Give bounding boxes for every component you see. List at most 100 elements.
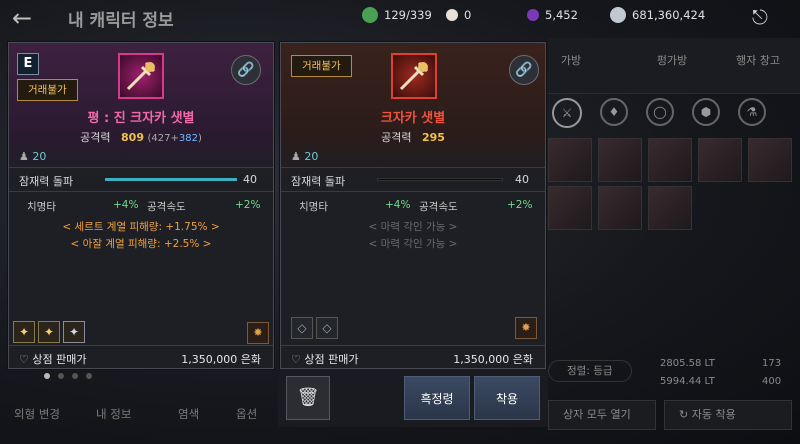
item-name: 크자카 샛별 [380, 111, 446, 126]
silver-count: 681,360,424 [632, 8, 706, 22]
inventory-slot[interactable] [598, 186, 642, 230]
page-indicator [44, 373, 92, 379]
set-bonus-2: < 아잘 계열 피해량: +2.5% > [70, 238, 212, 250]
inventory-slot[interactable] [648, 186, 692, 230]
engrave-slot-2: < 마력 각인 가능 > [368, 238, 458, 250]
crystal-socket-icon[interactable]: ✦ [63, 321, 85, 343]
crystal-socket-icon[interactable]: ✦ [13, 321, 35, 343]
open-all-boxes-button[interactable]: 상자 모두 열기 [548, 400, 656, 430]
sort-label: 정렬: 등급 [567, 365, 613, 377]
resource-silver: 681,360,424 [610, 5, 705, 25]
potential-bar [105, 178, 237, 181]
empty-socket-icon[interactable]: ◇ [316, 317, 338, 339]
page-dot[interactable] [86, 373, 92, 379]
silver-icon [610, 7, 626, 23]
sell-value: 1,350,000 은화 [181, 353, 261, 366]
auto-equip-button[interactable]: ↻ 자동 착용 [664, 400, 792, 430]
inventory-slot[interactable] [548, 138, 592, 182]
sort-dropdown[interactable]: 정렬: 등급 [548, 360, 632, 382]
tab-other[interactable]: 행자 창고 [716, 46, 800, 76]
inventory-slot[interactable] [748, 138, 792, 182]
divider [9, 345, 273, 346]
exit-icon[interactable]: ⎋ [752, 5, 778, 29]
attack-bonus: 382 [178, 133, 198, 144]
link-icon[interactable]: 🔗 [231, 55, 261, 85]
money-bag-icon: ♡ [291, 353, 301, 366]
crit-label: 치명타 [299, 201, 328, 213]
slots-used: 173 [762, 358, 782, 369]
engrave-icon[interactable]: ✸ [515, 317, 537, 339]
inventory-slot[interactable] [548, 186, 592, 230]
back-arrow-icon[interactable]: ← [12, 4, 32, 32]
engrave-icon[interactable]: ✸ [247, 322, 269, 344]
potential-label: 잠재력 돌파 [291, 175, 346, 188]
pearl-icon [446, 9, 458, 21]
inventory-count: 129/339 [384, 8, 432, 22]
page-dot[interactable] [72, 373, 78, 379]
equip-button[interactable]: 착용 [474, 376, 540, 420]
aspd-label: 공격속도 [147, 201, 186, 213]
trash-icon: 🗑 [296, 387, 320, 408]
sell-row: ♡ 상점 판매가 [19, 351, 86, 367]
potential-value: 40 [515, 173, 529, 186]
potion-filter-icon[interactable]: ⚗ [738, 98, 766, 126]
open-all-label: 상자 모두 열기 [563, 408, 631, 421]
tab-warehouse[interactable]: 펑가방 [632, 46, 712, 76]
attack-value: 295 [421, 131, 445, 144]
socket-row: ◇ ◇ [291, 317, 338, 339]
divider [281, 191, 545, 192]
tab-dye[interactable]: 염색 [178, 400, 199, 428]
sell-label: 상점 판매가 [304, 353, 359, 366]
delete-button[interactable]: 🗑 [286, 376, 330, 420]
empty-socket-icon[interactable]: ◇ [291, 317, 313, 339]
black-spirit-button[interactable]: 흑정령 [404, 376, 470, 420]
link-icon[interactable]: 🔗 [509, 55, 539, 85]
potential-label: 잠재력 돌파 [19, 175, 74, 188]
inventory-slot[interactable] [598, 138, 642, 182]
item-name: 평 : 진 크자카 샛별 [87, 111, 195, 126]
attack-value: 809 [121, 131, 144, 144]
tab-bag[interactable]: 가방 [548, 46, 594, 76]
level-row: ♟ 20 [19, 150, 46, 163]
tab-options[interactable]: 옵션 [236, 400, 257, 428]
aspd-value: +2% [235, 199, 261, 211]
crit-value: +4% [385, 199, 411, 211]
sell-label: 상점 판매가 [32, 353, 87, 366]
tab-my-info[interactable]: 내 정보 [96, 400, 131, 428]
aspd-value: +2% [507, 199, 533, 211]
level-value: 20 [304, 150, 319, 163]
gem-filter-icon[interactable]: ⬢ [692, 98, 720, 126]
person-icon: ♟ [19, 150, 29, 163]
resource-inventory: 129/339 [362, 5, 432, 25]
inventory-grid [548, 138, 800, 230]
crit-label: 치명타 [27, 201, 56, 213]
inventory-tabs: 가방 펑가방 행자 창고 [548, 38, 800, 94]
item-card-equipped: E 거래불가 🔗 평 : 진 크자카 샛별 공격력 809 (427+382) … [8, 42, 274, 369]
bag-icon [362, 7, 378, 23]
page-dot[interactable] [44, 373, 50, 379]
inventory-slot[interactable] [648, 138, 692, 182]
resource-pearl: 0 [446, 5, 471, 25]
armor-filter-icon[interactable]: ♦ [600, 98, 628, 126]
crit-value: +4% [113, 199, 139, 211]
ring-filter-icon[interactable]: ◯ [646, 98, 674, 126]
top-bar: ← 내 캐릭터 정보 129/339 0 5,452 681,360,424 ⎋ [0, 0, 800, 36]
tab-appearance[interactable]: 외형 변경 [14, 400, 60, 428]
weapon-icon [118, 53, 164, 99]
socket-row: ✦ ✦ ✦ [13, 321, 85, 343]
potential-value: 40 [243, 173, 257, 186]
attack-label: 공격력 [381, 131, 412, 144]
crystal-socket-icon[interactable]: ✦ [38, 321, 60, 343]
attack-detail-close: ) [197, 133, 202, 144]
card-header: 거래불가 🔗 크자카 샛별 공격력 295 ♟ 20 [281, 43, 545, 175]
attack-row: 공격력 295 [281, 129, 545, 145]
trade-tag: 거래불가 [17, 79, 78, 101]
grade-badge: E [17, 53, 39, 75]
inventory-slot[interactable] [698, 138, 742, 182]
crystal-count: 5,452 [545, 8, 578, 22]
aspd-label: 공격속도 [419, 201, 458, 213]
page-dot[interactable] [58, 373, 64, 379]
weapon-filter-icon[interactable]: ⚔ [552, 98, 582, 128]
level-row: ♟ 20 [291, 150, 318, 163]
pearl-count: 0 [464, 8, 472, 22]
